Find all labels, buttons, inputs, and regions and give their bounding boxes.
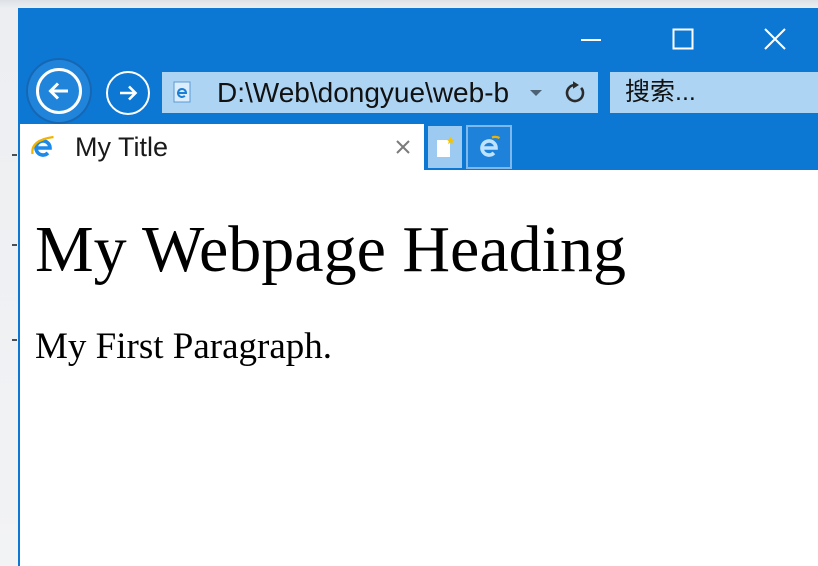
tab-my-title[interactable]: My Title <box>20 124 424 170</box>
page-content: My Webpage Heading My First Paragraph. <box>20 170 818 566</box>
forward-button[interactable] <box>106 71 150 115</box>
close-icon[interactable] <box>394 138 412 156</box>
microsoft-edge-icon <box>480 135 501 157</box>
back-arrow-icon <box>48 82 68 100</box>
maximize-icon <box>672 28 694 50</box>
tab-title: My Title <box>75 132 169 162</box>
maximize-button[interactable] <box>637 8 729 70</box>
minimize-icon <box>581 39 601 41</box>
address-bar[interactable] <box>162 72 598 113</box>
search-input[interactable] <box>625 72 813 113</box>
back-button-ring <box>36 68 82 114</box>
desktop-mark <box>12 154 17 156</box>
close-icon <box>764 28 786 50</box>
browser-window: My Title My Webpage Heading My First Par… <box>18 8 818 566</box>
chevron-down-icon[interactable] <box>528 85 544 101</box>
new-tab-button[interactable] <box>428 126 462 168</box>
forward-arrow-icon <box>120 85 138 101</box>
desktop-mark <box>12 339 17 341</box>
desktop-mark <box>12 244 17 246</box>
internet-explorer-icon <box>31 135 54 157</box>
search-box[interactable] <box>610 72 818 113</box>
new-tab-icon <box>437 136 455 157</box>
refresh-icon[interactable] <box>562 79 588 105</box>
back-button[interactable] <box>26 58 92 124</box>
ie-page-icon <box>173 81 191 103</box>
minimize-button[interactable] <box>545 8 637 70</box>
open-microsoft-edge-button[interactable] <box>466 125 512 169</box>
address-input[interactable] <box>217 72 515 113</box>
page-heading: My Webpage Heading <box>35 213 626 286</box>
close-window-button[interactable] <box>729 8 818 70</box>
page-paragraph: My First Paragraph. <box>35 326 332 367</box>
